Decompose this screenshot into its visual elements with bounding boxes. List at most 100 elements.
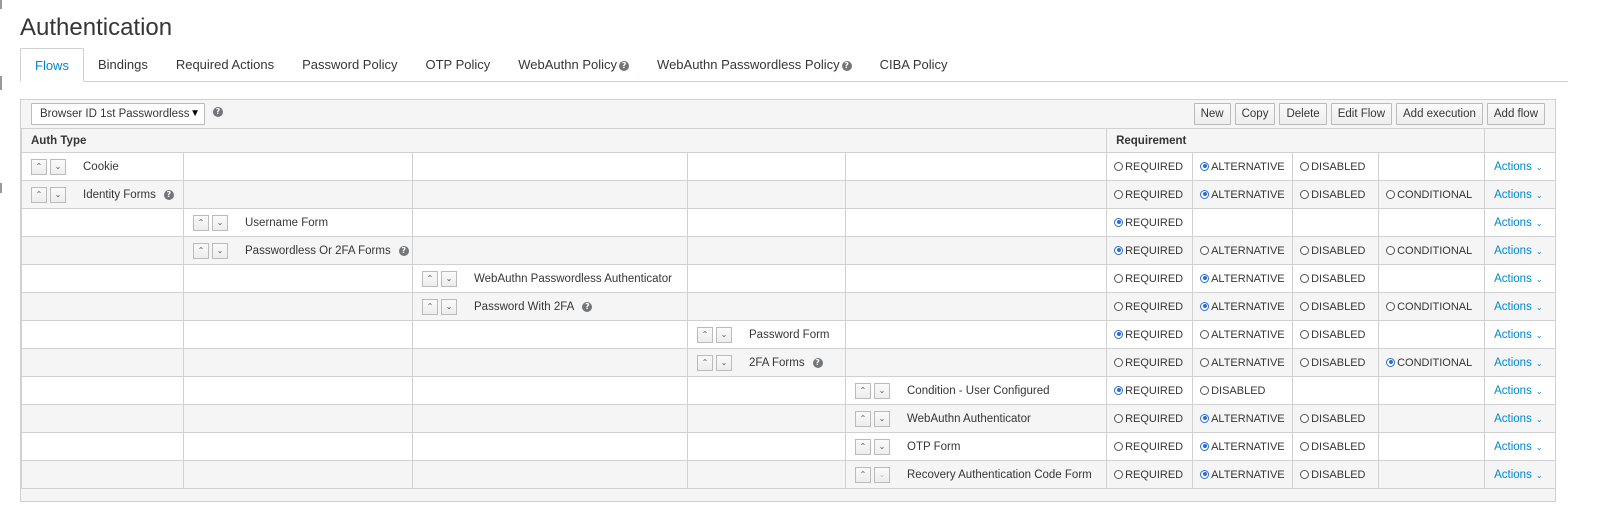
actions-dropdown[interactable]: Actions ⌄ <box>1485 273 1555 285</box>
actions-dropdown[interactable]: Actions ⌄ <box>1485 357 1555 369</box>
requirement-option-disabled[interactable]: DISABLED <box>1293 441 1378 453</box>
radio-button[interactable] <box>1200 329 1210 339</box>
edit-flow-button[interactable]: Edit Flow <box>1330 103 1392 125</box>
radio-button[interactable] <box>1114 469 1124 479</box>
radio-button[interactable] <box>1200 245 1210 255</box>
radio-button[interactable] <box>1114 329 1124 339</box>
actions-dropdown[interactable]: Actions ⌄ <box>1485 329 1555 341</box>
radio-button[interactable] <box>1386 357 1396 367</box>
requirement-option-alternative[interactable]: ALTERNATIVE <box>1193 301 1292 313</box>
move-up-button[interactable]: ⌃ <box>855 382 871 399</box>
actions-dropdown[interactable]: Actions ⌄ <box>1485 469 1555 481</box>
move-up-button[interactable]: ⌃ <box>31 186 47 203</box>
move-down-button[interactable]: ⌄ <box>441 270 457 287</box>
radio-button[interactable] <box>1200 385 1210 395</box>
requirement-option-disabled[interactable]: DISABLED <box>1293 245 1378 257</box>
radio-button[interactable] <box>1300 469 1310 479</box>
requirement-option-required[interactable]: REQUIRED <box>1107 469 1192 481</box>
requirement-option-conditional[interactable]: CONDITIONAL <box>1379 301 1484 313</box>
radio-button[interactable] <box>1200 301 1210 311</box>
tab-webauthn-policy[interactable]: WebAuthn Policy? <box>504 48 643 81</box>
requirement-option-required[interactable]: REQUIRED <box>1107 441 1192 453</box>
requirement-option-disabled[interactable]: DISABLED <box>1293 469 1378 481</box>
radio-button[interactable] <box>1386 245 1396 255</box>
move-down-button[interactable]: ⌄ <box>212 214 228 231</box>
requirement-option-required[interactable]: REQUIRED <box>1107 217 1192 229</box>
radio-button[interactable] <box>1200 273 1210 283</box>
radio-button[interactable] <box>1114 273 1124 283</box>
requirement-option-alternative[interactable]: ALTERNATIVE <box>1193 189 1292 201</box>
actions-dropdown[interactable]: Actions ⌄ <box>1485 245 1555 257</box>
requirement-option-disabled[interactable]: DISABLED <box>1193 385 1292 397</box>
move-down-button[interactable]: ⌄ <box>874 410 890 427</box>
move-up-button[interactable]: ⌃ <box>422 270 438 287</box>
requirement-option-disabled[interactable]: DISABLED <box>1293 273 1378 285</box>
requirement-option-required[interactable]: REQUIRED <box>1107 301 1192 313</box>
radio-button[interactable] <box>1200 161 1210 171</box>
radio-button[interactable] <box>1200 469 1210 479</box>
requirement-option-conditional[interactable]: CONDITIONAL <box>1379 245 1484 257</box>
radio-button[interactable] <box>1114 413 1124 423</box>
flow-select[interactable]: Browser ID 1st Passwordless ▼ <box>31 103 205 125</box>
move-up-button[interactable]: ⌃ <box>855 410 871 427</box>
tab-bindings[interactable]: Bindings <box>84 48 162 81</box>
move-up-button[interactable]: ⌃ <box>422 298 438 315</box>
requirement-option-required[interactable]: REQUIRED <box>1107 161 1192 173</box>
radio-button[interactable] <box>1114 301 1124 311</box>
requirement-option-alternative[interactable]: ALTERNATIVE <box>1193 413 1292 425</box>
requirement-option-alternative[interactable]: ALTERNATIVE <box>1193 469 1292 481</box>
help-icon[interactable]: ? <box>582 301 593 312</box>
radio-button[interactable] <box>1114 189 1124 199</box>
tab-otp-policy[interactable]: OTP Policy <box>411 48 504 81</box>
requirement-option-alternative[interactable]: ALTERNATIVE <box>1193 273 1292 285</box>
help-icon[interactable]: ? <box>619 61 630 71</box>
move-down-button[interactable]: ⌄ <box>50 158 66 175</box>
radio-button[interactable] <box>1386 301 1396 311</box>
help-icon[interactable]: ? <box>213 107 223 117</box>
radio-button[interactable] <box>1200 189 1210 199</box>
move-up-button[interactable]: ⌃ <box>697 354 713 371</box>
help-icon[interactable]: ? <box>812 357 823 368</box>
move-up-button[interactable]: ⌃ <box>855 466 871 483</box>
requirement-option-alternative[interactable]: ALTERNATIVE <box>1193 161 1292 173</box>
radio-button[interactable] <box>1114 245 1124 255</box>
radio-button[interactable] <box>1300 161 1310 171</box>
radio-button[interactable] <box>1386 189 1396 199</box>
copy-button[interactable]: Copy <box>1234 103 1276 125</box>
radio-button[interactable] <box>1114 357 1124 367</box>
radio-button[interactable] <box>1200 441 1210 451</box>
move-up-button[interactable]: ⌃ <box>193 214 209 231</box>
actions-dropdown[interactable]: Actions ⌄ <box>1485 413 1555 425</box>
move-up-button[interactable]: ⌃ <box>855 438 871 455</box>
radio-button[interactable] <box>1114 217 1124 227</box>
radio-button[interactable] <box>1300 273 1310 283</box>
tab-required-actions[interactable]: Required Actions <box>162 48 288 81</box>
requirement-option-required[interactable]: REQUIRED <box>1107 413 1192 425</box>
help-icon[interactable]: ? <box>841 61 852 71</box>
move-down-button[interactable]: ⌄ <box>212 242 228 259</box>
requirement-option-alternative[interactable]: ALTERNATIVE <box>1193 357 1292 369</box>
move-up-button[interactable]: ⌃ <box>31 158 47 175</box>
requirement-option-alternative[interactable]: ALTERNATIVE <box>1193 245 1292 257</box>
move-down-button[interactable]: ⌄ <box>441 298 457 315</box>
requirement-option-disabled[interactable]: DISABLED <box>1293 161 1378 173</box>
move-down-button[interactable]: ⌄ <box>716 326 732 343</box>
actions-dropdown[interactable]: Actions ⌄ <box>1485 161 1555 173</box>
radio-button[interactable] <box>1114 385 1124 395</box>
requirement-option-disabled[interactable]: DISABLED <box>1293 301 1378 313</box>
add-execution-button[interactable]: Add execution <box>1396 103 1483 125</box>
requirement-option-alternative[interactable]: ALTERNATIVE <box>1193 329 1292 341</box>
actions-dropdown[interactable]: Actions ⌄ <box>1485 385 1555 397</box>
radio-button[interactable] <box>1200 413 1210 423</box>
tab-flows[interactable]: Flows <box>20 48 84 82</box>
move-up-button[interactable]: ⌃ <box>697 326 713 343</box>
requirement-option-disabled[interactable]: DISABLED <box>1293 357 1378 369</box>
tab-webauthn-passwordless-policy[interactable]: WebAuthn Passwordless Policy? <box>643 48 866 81</box>
actions-dropdown[interactable]: Actions ⌄ <box>1485 217 1555 229</box>
radio-button[interactable] <box>1300 245 1310 255</box>
radio-button[interactable] <box>1114 441 1124 451</box>
add-flow-button[interactable]: Add flow <box>1486 103 1545 125</box>
radio-button[interactable] <box>1300 301 1310 311</box>
actions-dropdown[interactable]: Actions ⌄ <box>1485 441 1555 453</box>
radio-button[interactable] <box>1300 357 1310 367</box>
